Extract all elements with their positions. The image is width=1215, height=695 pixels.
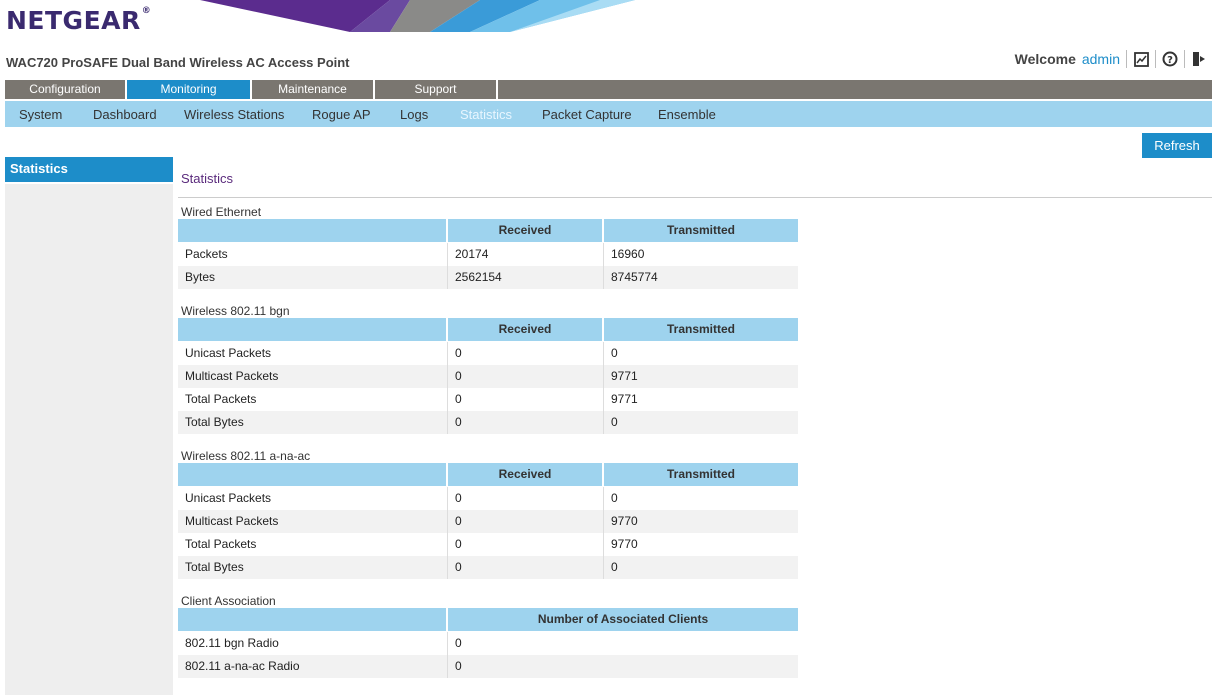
table-header: Received Transmitted bbox=[178, 219, 798, 242]
section-label-client-association: Client Association bbox=[181, 594, 276, 608]
received-value: 0 bbox=[448, 533, 604, 556]
received-value: 0 bbox=[448, 487, 604, 510]
received-value: 0 bbox=[448, 365, 604, 388]
tab-support[interactable]: Support bbox=[375, 80, 498, 99]
transmitted-value: 9770 bbox=[611, 514, 638, 528]
table-header: Received Transmitted bbox=[178, 463, 798, 486]
divider bbox=[178, 197, 1212, 198]
product-name: WAC720 ProSAFE Dual Band Wireless AC Acc… bbox=[6, 55, 350, 70]
column-header-transmitted: Transmitted bbox=[604, 219, 798, 242]
column-header-received: Received bbox=[448, 219, 604, 242]
subnav-rogue-ap[interactable]: Rogue AP bbox=[312, 101, 371, 129]
row-label: Total Packets bbox=[178, 533, 448, 556]
row-label: 802.11 a-na-ac Radio bbox=[178, 655, 448, 678]
sub-nav: System Dashboard Wireless Stations Rogue… bbox=[5, 101, 1212, 127]
row-label: Multicast Packets bbox=[178, 365, 448, 388]
row-label: Total Bytes bbox=[178, 556, 448, 579]
graph-icon[interactable] bbox=[1133, 51, 1149, 67]
table-row: Total Bytes 0 0 bbox=[178, 411, 798, 434]
table-row: Unicast Packets 0 0 bbox=[178, 342, 798, 365]
row-label: Packets bbox=[178, 243, 448, 266]
transmitted-value: 0 bbox=[611, 491, 618, 505]
row-label: Total Bytes bbox=[178, 411, 448, 434]
associated-clients-value: 0 bbox=[455, 636, 462, 650]
page-title: Statistics bbox=[181, 171, 234, 186]
transmitted-value: 0 bbox=[611, 415, 618, 429]
column-header-transmitted: Transmitted bbox=[604, 318, 798, 341]
sidebar-item-statistics[interactable]: Statistics bbox=[5, 157, 173, 184]
table-row: 802.11 a-na-ac Radio 0 bbox=[178, 655, 798, 678]
received-value: 0 bbox=[448, 342, 604, 365]
column-header-received: Received bbox=[448, 463, 604, 486]
transmitted-value: 9771 bbox=[611, 369, 638, 383]
column-header-associated-clients: Number of Associated Clients bbox=[448, 608, 798, 631]
user-area: Welcome admin ? bbox=[1015, 50, 1207, 68]
transmitted-value: 9771 bbox=[611, 392, 638, 406]
subnav-logs[interactable]: Logs bbox=[400, 101, 428, 129]
svg-text:?: ? bbox=[1167, 55, 1173, 66]
table-row: Total Packets 0 9771 bbox=[178, 388, 798, 411]
username-link[interactable]: admin bbox=[1082, 51, 1120, 67]
row-label: 802.11 bgn Radio bbox=[178, 632, 448, 655]
received-value: 0 bbox=[448, 388, 604, 411]
column-header bbox=[178, 318, 448, 341]
table-header: Number of Associated Clients bbox=[178, 608, 798, 631]
column-header bbox=[178, 463, 448, 486]
section-label-wired-ethernet: Wired Ethernet bbox=[181, 205, 262, 219]
sidebar: Statistics bbox=[5, 157, 173, 695]
tab-maintenance[interactable]: Maintenance bbox=[252, 80, 375, 99]
received-value: 20174 bbox=[448, 243, 604, 266]
column-header bbox=[178, 608, 448, 631]
logout-icon[interactable] bbox=[1191, 51, 1207, 67]
table-row: Total Bytes 0 0 bbox=[178, 556, 798, 579]
column-header-transmitted: Transmitted bbox=[604, 463, 798, 486]
transmitted-value: 0 bbox=[611, 346, 618, 360]
received-value: 0 bbox=[448, 510, 604, 533]
divider bbox=[1155, 50, 1156, 68]
associated-clients-value: 0 bbox=[455, 659, 462, 673]
row-label: Unicast Packets bbox=[178, 342, 448, 365]
table-row: Multicast Packets 0 9771 bbox=[178, 365, 798, 388]
subnav-ensemble[interactable]: Ensemble bbox=[658, 101, 716, 129]
divider bbox=[1126, 50, 1127, 68]
row-label: Multicast Packets bbox=[178, 510, 448, 533]
help-icon[interactable]: ? bbox=[1162, 51, 1178, 67]
section-label-wireless-bgn: Wireless 802.11 bgn bbox=[181, 304, 290, 318]
table-row: Multicast Packets 0 9770 bbox=[178, 510, 798, 533]
received-value: 0 bbox=[448, 411, 604, 434]
received-value: 2562154 bbox=[448, 266, 604, 289]
subnav-dashboard[interactable]: Dashboard bbox=[93, 101, 157, 129]
transmitted-value: 16960 bbox=[611, 247, 645, 261]
tab-monitoring[interactable]: Monitoring bbox=[127, 80, 252, 99]
welcome-label: Welcome bbox=[1014, 51, 1076, 67]
transmitted-value: 8745774 bbox=[611, 270, 658, 284]
column-header bbox=[178, 219, 448, 242]
table-row: Packets 20174 16960 bbox=[178, 243, 798, 266]
divider bbox=[1184, 50, 1185, 68]
main-tab-bar: Configuration Monitoring Maintenance Sup… bbox=[5, 80, 1212, 99]
header-banner-graphic bbox=[180, 0, 640, 32]
table-row: Total Packets 0 9770 bbox=[178, 533, 798, 556]
netgear-logo: NETGEAR® bbox=[6, 6, 152, 35]
section-label-wireless-a-na-ac: Wireless 802.11 a-na-ac bbox=[181, 449, 311, 463]
subnav-wireless-stations[interactable]: Wireless Stations bbox=[184, 101, 284, 129]
tab-configuration[interactable]: Configuration bbox=[5, 80, 127, 99]
column-header-received: Received bbox=[448, 318, 604, 341]
transmitted-value: 9770 bbox=[611, 537, 638, 551]
subnav-statistics[interactable]: Statistics bbox=[460, 101, 512, 129]
refresh-button[interactable]: Refresh bbox=[1142, 133, 1212, 158]
table-row: 802.11 bgn Radio 0 bbox=[178, 632, 798, 655]
table-header: Received Transmitted bbox=[178, 318, 798, 341]
table-row: Unicast Packets 0 0 bbox=[178, 487, 798, 510]
row-label: Unicast Packets bbox=[178, 487, 448, 510]
received-value: 0 bbox=[448, 556, 604, 579]
subnav-system[interactable]: System bbox=[19, 101, 62, 129]
row-label: Total Packets bbox=[178, 388, 448, 411]
subnav-packet-capture[interactable]: Packet Capture bbox=[542, 101, 632, 129]
table-row: Bytes 2562154 8745774 bbox=[178, 266, 798, 289]
transmitted-value: 0 bbox=[611, 560, 618, 574]
row-label: Bytes bbox=[178, 266, 448, 289]
